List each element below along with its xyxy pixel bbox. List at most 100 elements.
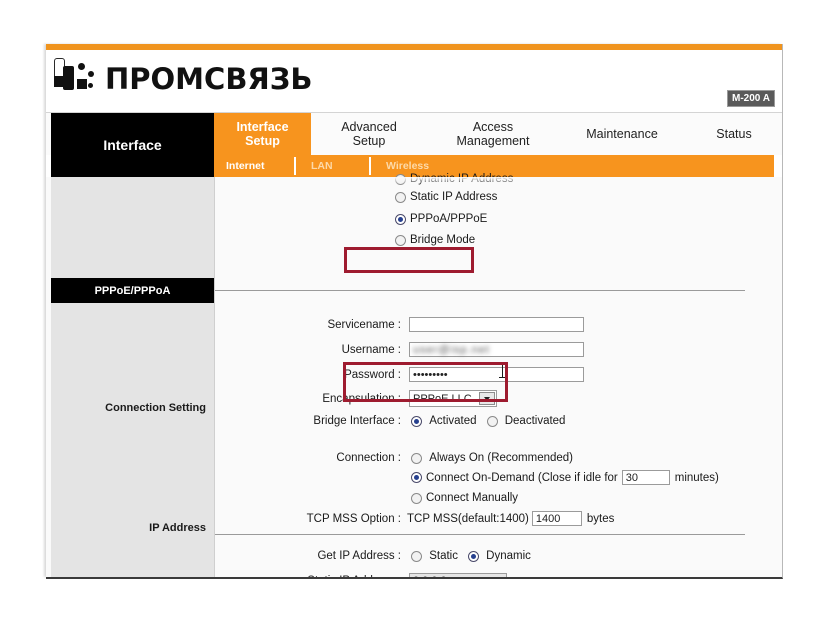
tab-status[interactable]: Status bbox=[694, 113, 774, 155]
sidebar-label-ip-address: IP Address bbox=[149, 522, 206, 534]
connection-label: Connection : bbox=[336, 452, 401, 465]
tab-advanced-setup-line1: Advanced bbox=[341, 120, 397, 134]
tcp-mss-label: TCP MSS Option : bbox=[306, 512, 401, 525]
separator-ip-address bbox=[215, 534, 745, 535]
section-title: Interface bbox=[103, 137, 162, 153]
field-password: Password : ••••••••• bbox=[215, 367, 584, 382]
static-ip-address-input[interactable]: 0.0.0.0 bbox=[409, 573, 507, 577]
radio-always-on-icon[interactable] bbox=[411, 452, 422, 464]
subtab-lan[interactable]: LAN bbox=[311, 155, 333, 177]
radio-get-ip-dynamic-icon[interactable] bbox=[467, 550, 479, 562]
tcp-mss-value: 1400 bbox=[535, 513, 561, 525]
tab-interface-setup-line2: Setup bbox=[245, 134, 280, 148]
connection-option-on-demand[interactable]: Connect On-Demand (Close if idle for 30 … bbox=[411, 470, 719, 485]
get-ip-option-static[interactable]: Static bbox=[411, 550, 468, 562]
idle-timeout-input[interactable]: 30 bbox=[621, 470, 670, 485]
subnav-black-filler bbox=[51, 155, 214, 177]
tab-maintenance-label: Maintenance bbox=[586, 127, 658, 141]
tab-access-management[interactable]: Access Management bbox=[434, 113, 552, 155]
get-ip-option-dynamic[interactable]: Dynamic bbox=[467, 550, 541, 562]
subtab-internet[interactable]: Internet bbox=[226, 155, 265, 177]
field-connection: Connection : Always On (Recommended) bbox=[215, 452, 583, 464]
radio-bridge-mode-icon[interactable] bbox=[395, 234, 406, 246]
get-ip-address-label: Get IP Address : bbox=[317, 550, 401, 563]
isp-option-bridge-mode[interactable]: Bridge Mode bbox=[395, 234, 485, 246]
sidebar-section-pppoe-pppoa: PPPoE/PPPoA bbox=[51, 278, 214, 303]
username-value: user@isp.net bbox=[413, 344, 490, 356]
isp-option-dynamic-ip[interactable]: Dynamic IP Address bbox=[395, 173, 523, 185]
router-admin-page: ПРОМСВЯЗЬ M-200 A Interface Setup Advanc… bbox=[46, 44, 783, 579]
tab-maintenance[interactable]: Maintenance bbox=[562, 113, 682, 155]
encapsulation-value: PPPoE LLC bbox=[413, 392, 472, 405]
servicename-label: Servicename : bbox=[327, 318, 401, 331]
sidebar-section-ip-address: IP Address bbox=[149, 522, 206, 534]
static-ip-address-label: Static IP Address : bbox=[215, 575, 401, 578]
field-servicename: Servicename : bbox=[215, 317, 584, 332]
radio-on-demand-icon[interactable] bbox=[411, 472, 422, 483]
field-static-ip-address: Static IP Address : 0.0.0.0 bbox=[215, 573, 507, 578]
password-value: ••••••••• bbox=[413, 369, 448, 381]
isp-option-dynamic-ip-label: Dynamic IP Address bbox=[410, 173, 514, 185]
promsvyaz-logo-icon bbox=[54, 58, 98, 100]
bridge-option-deactivated[interactable]: Deactivated bbox=[486, 415, 576, 427]
isp-option-static-ip-label: Static IP Address bbox=[410, 191, 498, 203]
get-ip-option-static-label: Static bbox=[429, 550, 458, 562]
idle-timeout-unit: minutes) bbox=[674, 471, 719, 484]
connection-option-on-demand-label: Connect On-Demand (Close if idle for bbox=[426, 471, 618, 484]
radio-static-ip-icon[interactable] bbox=[395, 191, 406, 203]
connection-option-manual-label: Connect Manually bbox=[426, 492, 519, 504]
field-tcp-mss: TCP MSS Option : TCP MSS(default:1400) 1… bbox=[215, 511, 614, 526]
settings-content: Dynamic IP Address Static IP Address PPP… bbox=[215, 173, 782, 578]
sidebar-label-connection-setting: Connection Setting bbox=[105, 402, 206, 414]
isp-option-pppoa-pppoe-label: PPPoA/PPPoE bbox=[410, 213, 488, 225]
main-navigation: Interface Setup Advanced Setup Access Ma… bbox=[46, 113, 782, 177]
settings-body: PPPoE/PPPoA Connection Setting IP Addres… bbox=[46, 173, 782, 578]
isp-option-pppoa-pppoe[interactable]: PPPoA/PPPoE bbox=[395, 213, 497, 225]
tcp-mss-prefix: TCP MSS(default:1400) bbox=[407, 512, 529, 525]
brand-logo: ПРОМСВЯЗЬ bbox=[54, 58, 312, 100]
field-get-ip-address: Get IP Address : Static Dynamic bbox=[215, 550, 541, 562]
servicename-input[interactable] bbox=[409, 317, 584, 332]
isp-option-bridge-mode-label: Bridge Mode bbox=[410, 234, 476, 246]
password-input[interactable]: ••••••••• bbox=[409, 367, 584, 382]
username-input[interactable]: user@isp.net bbox=[409, 342, 584, 357]
field-encapsulation: Encapsulation : PPPoE LLC bbox=[215, 390, 497, 407]
password-label: Password : bbox=[344, 368, 401, 381]
bridge-option-activated[interactable]: Activated bbox=[411, 415, 487, 427]
tab-interface-setup[interactable]: Interface Setup bbox=[214, 113, 311, 155]
bridge-interface-label: Bridge Interface : bbox=[313, 415, 401, 428]
encapsulation-select[interactable]: PPPoE LLC bbox=[409, 390, 497, 407]
model-badge: M-200 A bbox=[727, 90, 775, 107]
chevron-down-icon[interactable] bbox=[479, 392, 495, 405]
radio-pppoa-pppoe-icon[interactable] bbox=[395, 213, 406, 225]
tcp-mss-unit: bytes bbox=[586, 512, 615, 525]
tab-status-label: Status bbox=[716, 127, 752, 141]
subnav-divider-1 bbox=[294, 157, 296, 175]
screenshot-root: ПРОМСВЯЗЬ M-200 A Interface Setup Advanc… bbox=[0, 0, 823, 642]
tcp-mss-input[interactable]: 1400 bbox=[531, 511, 582, 526]
connection-option-manual[interactable]: Connect Manually bbox=[411, 492, 528, 504]
isp-option-static-ip[interactable]: Static IP Address bbox=[395, 191, 507, 203]
tab-access-management-line1: Access bbox=[472, 120, 514, 134]
tab-advanced-setup-line2: Setup bbox=[352, 134, 386, 148]
subnav-divider-2 bbox=[369, 157, 371, 175]
radio-deactivated-icon[interactable] bbox=[486, 415, 498, 427]
settings-sidebar: PPPoE/PPPoA Connection Setting IP Addres… bbox=[51, 177, 215, 577]
tab-advanced-setup[interactable]: Advanced Setup bbox=[314, 113, 424, 155]
page-header: ПРОМСВЯЗЬ M-200 A bbox=[46, 50, 782, 113]
separator-pppoe bbox=[215, 290, 745, 291]
tab-access-management-line2: Management bbox=[456, 134, 530, 148]
connection-option-always-on-label: Always On (Recommended) bbox=[429, 452, 574, 464]
brand-name: ПРОМСВЯЗЬ bbox=[105, 61, 313, 96]
radio-activated-icon[interactable] bbox=[411, 415, 422, 427]
radio-connect-manually-icon[interactable] bbox=[411, 492, 422, 504]
username-label: Username : bbox=[341, 343, 401, 356]
sidebar-label-pppoe-pppoa: PPPoE/PPPoA bbox=[94, 284, 171, 297]
radio-get-ip-static-icon[interactable] bbox=[411, 550, 422, 562]
idle-timeout-value: 30 bbox=[625, 472, 638, 484]
tab-interface-setup-line1: Interface bbox=[236, 120, 289, 134]
sidebar-section-connection-setting: Connection Setting bbox=[105, 402, 206, 414]
bridge-option-deactivated-label: Deactivated bbox=[504, 415, 566, 427]
radio-dynamic-ip-icon[interactable] bbox=[395, 173, 406, 185]
connection-option-always-on[interactable]: Always On (Recommended) bbox=[411, 452, 583, 464]
